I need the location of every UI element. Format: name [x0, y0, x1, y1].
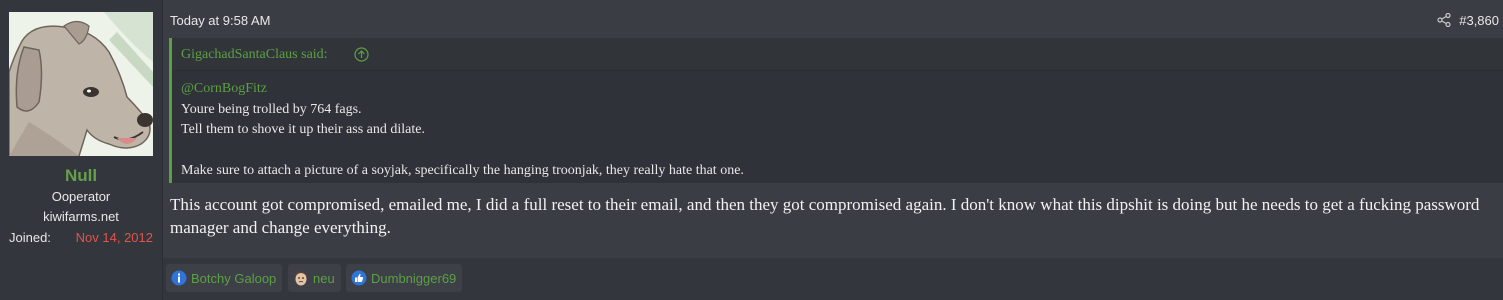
- post-message: This account got compromised, emailed me…: [170, 195, 1480, 237]
- reaction-thumbs-up[interactable]: Dumbnigger69: [346, 264, 463, 292]
- joined-date: Nov 14, 2012: [75, 230, 153, 245]
- user-avatar[interactable]: [9, 12, 153, 156]
- joined-label: Joined:: [9, 230, 51, 245]
- dog-avatar-image: [9, 12, 153, 156]
- quote-content: @CornBogFitz Youre being trolled by 764 …: [181, 79, 1494, 182]
- user-site: kiwifarms.net: [43, 209, 119, 224]
- reaction-label: Dumbnigger69: [371, 270, 457, 286]
- quote-line: Youre being trolled by 764 fags.: [181, 101, 362, 117]
- user-title: Ooperator: [51, 189, 111, 204]
- arrow-up-circle-icon[interactable]: [354, 47, 369, 62]
- forum-post: Null Ooperator kiwifarms.net Joined: Nov…: [0, 0, 1503, 300]
- info-icon: [171, 270, 187, 286]
- quote-block: GigachadSantaClaus said: @CornBogFitz Yo…: [169, 38, 1503, 183]
- post-timestamp[interactable]: Today at 9:58 AM: [170, 13, 270, 28]
- reaction-info[interactable]: Botchy Galoop: [166, 264, 283, 292]
- user-mention[interactable]: @CornBogFitz: [181, 79, 1494, 100]
- user-sidebar: Null Ooperator kiwifarms.net Joined: Nov…: [0, 0, 163, 300]
- thumbs-up-icon: [351, 270, 367, 286]
- post-header: Today at 9:58 AM #3,860: [163, 0, 1503, 38]
- quote-author[interactable]: GigachadSantaClaus said:: [181, 47, 328, 63]
- quote-line: Make sure to attach a picture of a soyja…: [181, 163, 744, 178]
- face-icon: [295, 271, 307, 286]
- share-icon[interactable]: [1437, 13, 1451, 27]
- reaction-label: Botchy Galoop: [191, 270, 277, 286]
- reaction-label: neu: [313, 270, 335, 286]
- reaction-face[interactable]: neu: [288, 264, 341, 292]
- quote-spacer: [181, 141, 1494, 162]
- reactions-bar: Botchy Galoop neu Dumbnigger69: [163, 258, 1503, 300]
- post-number[interactable]: #3,860: [1459, 13, 1499, 28]
- quote-line: Tell them to shove it up their ass and d…: [181, 122, 425, 137]
- post-main: Today at 9:58 AM #3,860 GigachadSantaCla…: [163, 0, 1503, 300]
- quote-header[interactable]: GigachadSantaClaus said:: [172, 38, 1503, 71]
- username[interactable]: Null: [0, 166, 162, 186]
